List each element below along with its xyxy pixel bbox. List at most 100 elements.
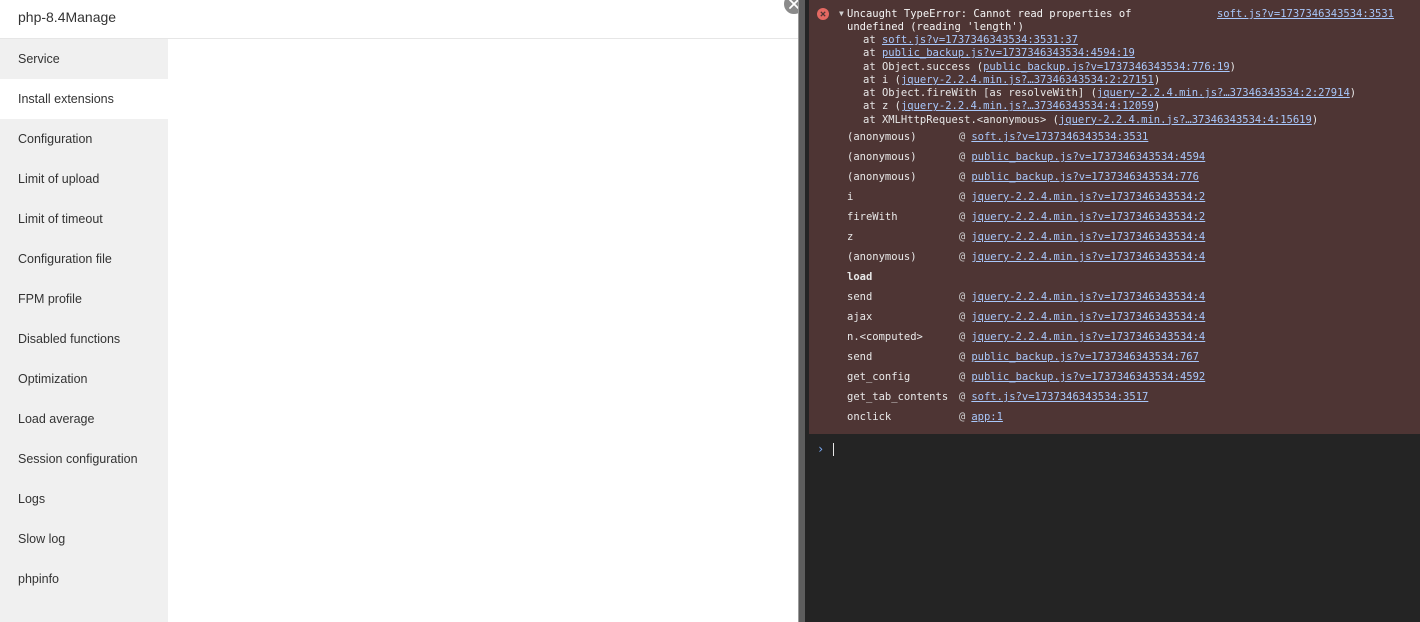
trace-source-link[interactable]: public_backup.js?v=1737346343534:4592 [971,371,1205,383]
call-stack-trace: (anonymous) @ soft.js?v=1737346343534:3531… [847,128,1205,428]
trace-row: send @ jquery-2.2.4.min.js?v=1737346343534… [847,288,1205,308]
sidebar-item-install-extensions[interactable]: Install extensions [0,79,168,119]
devtools-console: ▼ Uncaught TypeError: Cannot read proper… [805,0,1420,622]
stack-source-link[interactable]: soft.js?v=1737346343534:3531:37 [882,34,1078,46]
trace-at-symbol: @ [959,331,966,343]
trace-at-symbol: @ [959,211,966,223]
stack-line-text: at Object.success ( [863,60,984,73]
error-source-link[interactable]: soft.js?v=1737346343534:3531 [1217,8,1394,20]
text-cursor [833,443,834,456]
trace-function-name: n.<computed> [847,331,923,343]
trace-row: load [847,268,1205,288]
trace-row: n.<computed> @ jquery-2.2.4.min.js?v=17373… [847,328,1205,348]
stack-line-suffix: ) [1229,60,1236,73]
trace-source-link[interactable]: app:1 [971,411,1003,423]
stack-line-suffix: ) [1311,113,1319,126]
stack-source-link[interactable]: jquery-2.2.4.min.js?…37346343534:4:12059 [901,100,1154,112]
stack-line-text: at [863,47,882,60]
trace-row: ajax @ jquery-2.2.4.min.js?v=1737346343534… [847,308,1205,328]
trace-at-symbol: @ [959,371,966,383]
sidebar-item-configuration[interactable]: Configuration [0,119,168,159]
devtools-splitter[interactable] [798,0,805,622]
stack-source-link[interactable]: public_backup.js?v=1737346343534:776:19 [983,61,1230,73]
sidebar-item-session-configuration[interactable]: Session configuration [0,439,168,479]
sidebar-item-fpm-profile[interactable]: FPM profile [0,279,168,319]
trace-at-symbol: @ [959,391,966,403]
stack-source-link[interactable]: jquery-2.2.4.min.js?…37346343534:2:27151 [901,74,1154,86]
sidebar-item-disabled-functions[interactable]: Disabled functions [0,319,168,359]
stack-source-link[interactable]: public_backup.js?v=1737346343534:4594:19 [882,47,1135,59]
trace-function-name: (anonymous) [847,251,917,263]
sidebar-item-phpinfo[interactable]: phpinfo [0,559,168,599]
trace-row: z @ jquery-2.2.4.min.js?v=1737346343534:4 [847,228,1205,248]
trace-at-symbol: @ [959,291,966,303]
trace-source-link[interactable]: jquery-2.2.4.min.js?v=1737346343534:4 [971,291,1205,303]
sidebar-item-configuration-file[interactable]: Configuration file [0,239,168,279]
trace-source-link[interactable]: jquery-2.2.4.min.js?v=1737346343534:4 [971,231,1205,243]
trace-row: i @ jquery-2.2.4.min.js?v=1737346343534:2 [847,188,1205,208]
trace-function-name: i [847,191,854,203]
trace-function-name: send [847,291,873,303]
trace-at-symbol: @ [959,191,966,203]
stack-source-link[interactable]: jquery-2.2.4.min.js?…37346343534:2:27914 [1097,87,1350,99]
stack-line: at soft.js?v=1737346343534:3531:37 [863,34,1356,47]
php-manage-dialog: php-8.4Manage Service Install extensions C… [0,0,806,622]
trace-source-link[interactable]: jquery-2.2.4.min.js?v=1737346343534:4 [971,311,1205,323]
settings-sidebar: Service Install extensions Configuration Li… [0,39,168,622]
stack-line-text: at [863,34,882,46]
trace-at-symbol: @ [959,171,966,183]
dialog-title: php-8.4Manage [18,9,117,25]
trace-source-link[interactable]: public_backup.js?v=1737346343534:776 [971,171,1199,183]
expand-caret-icon[interactable]: ▼ [839,9,844,18]
error-icon [817,8,829,20]
trace-source-link[interactable]: jquery-2.2.4.min.js?v=1737346343534:2 [971,211,1205,223]
trace-function-name: get_config [847,371,911,383]
trace-source-link[interactable]: jquery-2.2.4.min.js?v=1737346343534:4 [971,331,1205,343]
sidebar-item-logs[interactable]: Logs [0,479,168,519]
trace-row: onclick @ app:1 [847,408,1205,428]
console-error-message: ▼ Uncaught TypeError: Cannot read proper… [809,0,1420,434]
trace-at-symbol: @ [959,351,966,363]
stack-line-suffix: ) [1153,73,1161,86]
sidebar-item-limit-of-timeout[interactable]: Limit of timeout [0,199,168,239]
trace-function-name: ajax [847,311,873,323]
stack-line-suffix: ) [1349,87,1357,100]
trace-function-name: fireWith [847,211,898,223]
stack-line-suffix: ) [1153,100,1161,113]
trace-row: send @ public_backup.js?v=1737346343534:76… [847,348,1205,368]
stack-line: at XMLHttpRequest.<anonymous> (jquery-2.… [863,114,1356,127]
stack-line-text: at Object.fireWith [as resolveWith] ( [863,87,1097,100]
error-stack: at soft.js?v=1737346343534:3531:37 at pub… [863,34,1356,127]
sidebar-item-optimization[interactable]: Optimization [0,359,168,399]
trace-source-link[interactable]: public_backup.js?v=1737346343534:4594 [971,151,1205,163]
trace-row: fireWith @ jquery-2.2.4.min.js?v=173734634… [847,208,1205,228]
trace-row: (anonymous) @ soft.js?v=1737346343534:3531 [847,128,1205,148]
trace-source-link[interactable]: soft.js?v=1737346343534:3531 [971,131,1148,143]
prompt-chevron-icon: › [817,442,825,456]
trace-source-link[interactable]: jquery-2.2.4.min.js?v=1737346343534:4 [971,251,1205,263]
trace-at-symbol: @ [959,231,966,243]
trace-source-link[interactable]: public_backup.js?v=1737346343534:767 [971,351,1199,363]
trace-row: (anonymous) @ jquery-2.2.4.min.js?v=173734… [847,248,1205,268]
sidebar-item-slow-log[interactable]: Slow log [0,519,168,559]
stack-line: at i (jquery-2.2.4.min.js?…37346343534:2… [863,74,1356,87]
sidebar-item-service[interactable]: Service [0,39,168,79]
sidebar-item-limit-of-upload[interactable]: Limit of upload [0,159,168,199]
trace-function-name: z [847,231,854,243]
stack-source-link[interactable]: jquery-2.2.4.min.js?…37346343534:4:15619 [1059,114,1312,126]
trace-function-name: send [847,351,873,363]
trace-at-symbol: @ [959,251,966,263]
trace-at-symbol: @ [959,151,966,163]
trace-function-name: (anonymous) [847,131,917,143]
sidebar-item-load-average[interactable]: Load average [0,399,168,439]
error-text: Uncaught TypeError: Cannot read properti… [847,8,1132,33]
trace-row: get_config @ public_backup.js?v=1737346343… [847,368,1205,388]
tab-content-area [168,39,798,622]
stack-line: at z (jquery-2.2.4.min.js?…37346343534:4… [863,100,1356,113]
trace-function-name: load [847,271,873,283]
trace-source-link[interactable]: soft.js?v=1737346343534:3517 [971,391,1148,403]
trace-row: (anonymous) @ public_backup.js?v=173734634… [847,148,1205,168]
console-input[interactable] [829,441,1409,457]
trace-function-name: onclick [847,411,892,423]
trace-source-link[interactable]: jquery-2.2.4.min.js?v=1737346343534:2 [971,191,1205,203]
